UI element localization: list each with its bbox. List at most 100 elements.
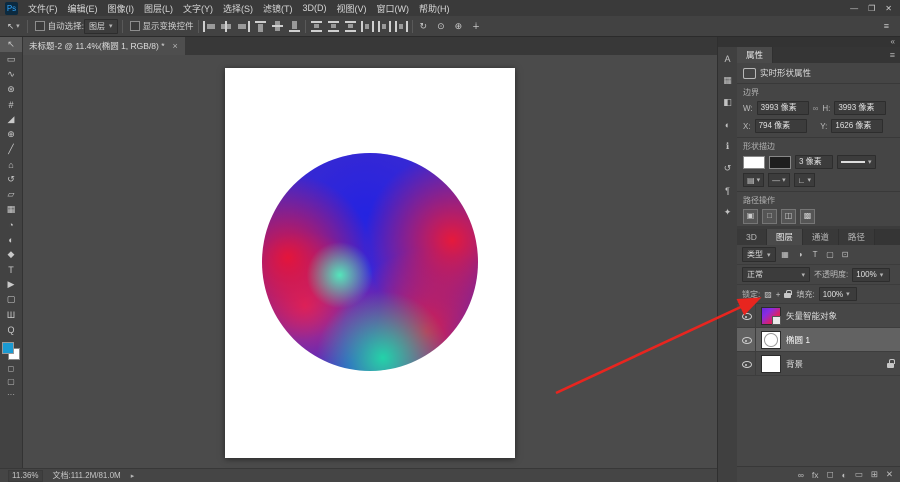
- tool-crop[interactable]: #: [0, 97, 22, 112]
- new-group-icon[interactable]: ▭: [855, 469, 863, 480]
- show-transform-checkbox[interactable]: [130, 21, 140, 31]
- visibility-cell[interactable]: [737, 304, 756, 327]
- zoom-level-field[interactable]: 11.36%: [8, 470, 43, 482]
- tool-marquee[interactable]: ▭: [0, 52, 22, 67]
- fill-field[interactable]: 100% ▾: [819, 287, 857, 301]
- tab-layers[interactable]: 图层: [767, 229, 803, 245]
- stroke-align-select[interactable]: ▤▾: [743, 173, 764, 187]
- height-field[interactable]: 3993 像素: [834, 101, 886, 115]
- lock-all-icon[interactable]: [784, 290, 792, 299]
- tool-clone-stamp[interactable]: ⌂: [0, 157, 22, 172]
- tool-quick-select[interactable]: ⊛: [0, 82, 22, 97]
- align-center-vertical-icon[interactable]: [271, 21, 284, 32]
- tool-shape[interactable]: ▢: [0, 292, 22, 307]
- minimize-button[interactable]: —: [850, 4, 858, 13]
- gradient-circle-artwork[interactable]: [262, 153, 478, 371]
- tab-3d[interactable]: 3D: [737, 229, 767, 245]
- shape-stroke-swatch[interactable]: [769, 156, 791, 169]
- layer-thumbnail[interactable]: [761, 355, 781, 373]
- menu-item-图像(I)[interactable]: 图像(I): [103, 0, 140, 16]
- layer-filter-select[interactable]: 类型 ▾: [742, 247, 776, 262]
- panel-menu-icon[interactable]: ≡: [890, 50, 895, 60]
- tool-gradient[interactable]: ▦: [0, 202, 22, 217]
- shape-fill-swatch[interactable]: [743, 156, 765, 169]
- artboard[interactable]: [225, 68, 515, 458]
- layer-row-矢量智能对象[interactable]: 矢量智能对象: [737, 304, 900, 328]
- auto-select-target-select[interactable]: 图层 ▾: [84, 19, 118, 34]
- menu-item-文件(F)[interactable]: 文件(F): [23, 0, 63, 16]
- tool-move[interactable]: ↖: [0, 37, 22, 52]
- slide-3d-icon[interactable]: ∔: [469, 21, 483, 32]
- tool-dodge[interactable]: ◐: [0, 232, 22, 247]
- close-button[interactable]: ✕: [885, 4, 892, 13]
- layer-thumbnail[interactable]: [761, 331, 781, 349]
- distribute-right-icon[interactable]: [395, 21, 408, 32]
- link-dimensions-icon[interactable]: ∞: [813, 104, 819, 113]
- link-layers-icon[interactable]: ∞: [798, 470, 804, 480]
- menu-item-编辑(E)[interactable]: 编辑(E): [63, 0, 103, 16]
- foreground-color-swatch[interactable]: [2, 342, 14, 354]
- brush-settings-panel-icon[interactable]: ✦: [720, 206, 735, 219]
- tool-edit-toolbar[interactable]: ···: [0, 388, 22, 401]
- distribute-top-icon[interactable]: [310, 21, 323, 32]
- tool-pen[interactable]: ◆: [0, 247, 22, 262]
- swatches-panel-icon[interactable]: ▦: [720, 74, 735, 87]
- tab-close-icon[interactable]: ×: [173, 41, 178, 51]
- stroke-corner-select[interactable]: ∟▾: [794, 173, 815, 187]
- combine-shapes-icon[interactable]: ▣: [743, 209, 758, 224]
- layer-row-背景[interactable]: 背景: [737, 352, 900, 376]
- filter-adjustment-icon[interactable]: ◑: [795, 250, 806, 259]
- tool-quick-mask[interactable]: ◻: [0, 362, 22, 375]
- menu-item-图层(L)[interactable]: 图层(L): [139, 0, 178, 16]
- distribute-left-icon[interactable]: [361, 21, 374, 32]
- opacity-field[interactable]: 100% ▾: [852, 268, 890, 282]
- tool-screen-mode[interactable]: ▢: [0, 375, 22, 388]
- pan-3d-icon[interactable]: ⊕: [452, 21, 466, 32]
- status-menu-arrow-icon[interactable]: ▸: [131, 472, 135, 480]
- tool-healing-brush[interactable]: ⊕: [0, 127, 22, 142]
- lock-transparency-icon[interactable]: ▨: [764, 290, 772, 299]
- layer-mask-icon[interactable]: ◻: [827, 469, 834, 480]
- tool-type[interactable]: T: [0, 262, 22, 277]
- menu-item-3D(D)[interactable]: 3D(D): [298, 0, 332, 16]
- stroke-type-select[interactable]: ▾: [837, 155, 876, 169]
- tab-properties[interactable]: 属性: [737, 47, 773, 63]
- character-panel-icon[interactable]: A: [720, 52, 735, 65]
- align-center-horizontal-icon[interactable]: [220, 21, 233, 32]
- canvas-viewport[interactable]: [22, 55, 718, 469]
- orbit-3d-icon[interactable]: ⊙: [434, 21, 448, 32]
- workspace-menu-icon[interactable]: ≡: [881, 21, 892, 31]
- auto-select-checkbox[interactable]: [35, 21, 45, 31]
- align-bottom-icon[interactable]: [288, 21, 301, 32]
- menu-item-帮助(H)[interactable]: 帮助(H): [414, 0, 455, 16]
- layer-row-椭圆 1[interactable]: 椭圆 1: [737, 328, 900, 352]
- adjustments-panel-icon[interactable]: ◐: [720, 118, 735, 131]
- tool-path-select[interactable]: ▶: [0, 277, 22, 292]
- exclude-overlapping-icon[interactable]: ▩: [800, 209, 815, 224]
- tool-eraser[interactable]: ▱: [0, 187, 22, 202]
- visibility-cell[interactable]: [737, 328, 756, 351]
- current-tool-preset[interactable]: ↖ ▾: [4, 21, 23, 32]
- menu-item-滤镜(T)[interactable]: 滤镜(T): [258, 0, 298, 16]
- layer-thumbnail[interactable]: [761, 307, 781, 325]
- new-layer-icon[interactable]: ⊞: [871, 469, 878, 480]
- delete-layer-icon[interactable]: ✕: [886, 469, 893, 480]
- layer-style-icon[interactable]: fx: [812, 470, 819, 480]
- color-panel-icon[interactable]: ◧: [720, 96, 735, 109]
- tab-paths[interactable]: 路径: [839, 229, 875, 245]
- menu-item-窗口(W)[interactable]: 窗口(W): [372, 0, 415, 16]
- stroke-width-field[interactable]: 3 像素: [795, 155, 833, 169]
- distribute-bottom-icon[interactable]: [344, 21, 357, 32]
- paragraph-panel-icon[interactable]: ¶: [720, 184, 735, 197]
- rotate-view-icon[interactable]: ↻: [417, 21, 431, 32]
- filter-smart-object-icon[interactable]: ⊡: [840, 250, 851, 259]
- menu-item-选择(S)[interactable]: 选择(S): [218, 0, 258, 16]
- x-field[interactable]: 794 像素: [755, 119, 807, 133]
- tool-lasso[interactable]: ∿: [0, 67, 22, 82]
- align-left-icon[interactable]: [203, 21, 216, 32]
- align-top-icon[interactable]: [254, 21, 267, 32]
- filter-pixel-icon[interactable]: ▦: [780, 250, 791, 259]
- collapse-panels-icon[interactable]: «: [891, 37, 895, 46]
- tool-zoom[interactable]: Q: [0, 322, 22, 337]
- history-panel-icon[interactable]: ↺: [720, 162, 735, 175]
